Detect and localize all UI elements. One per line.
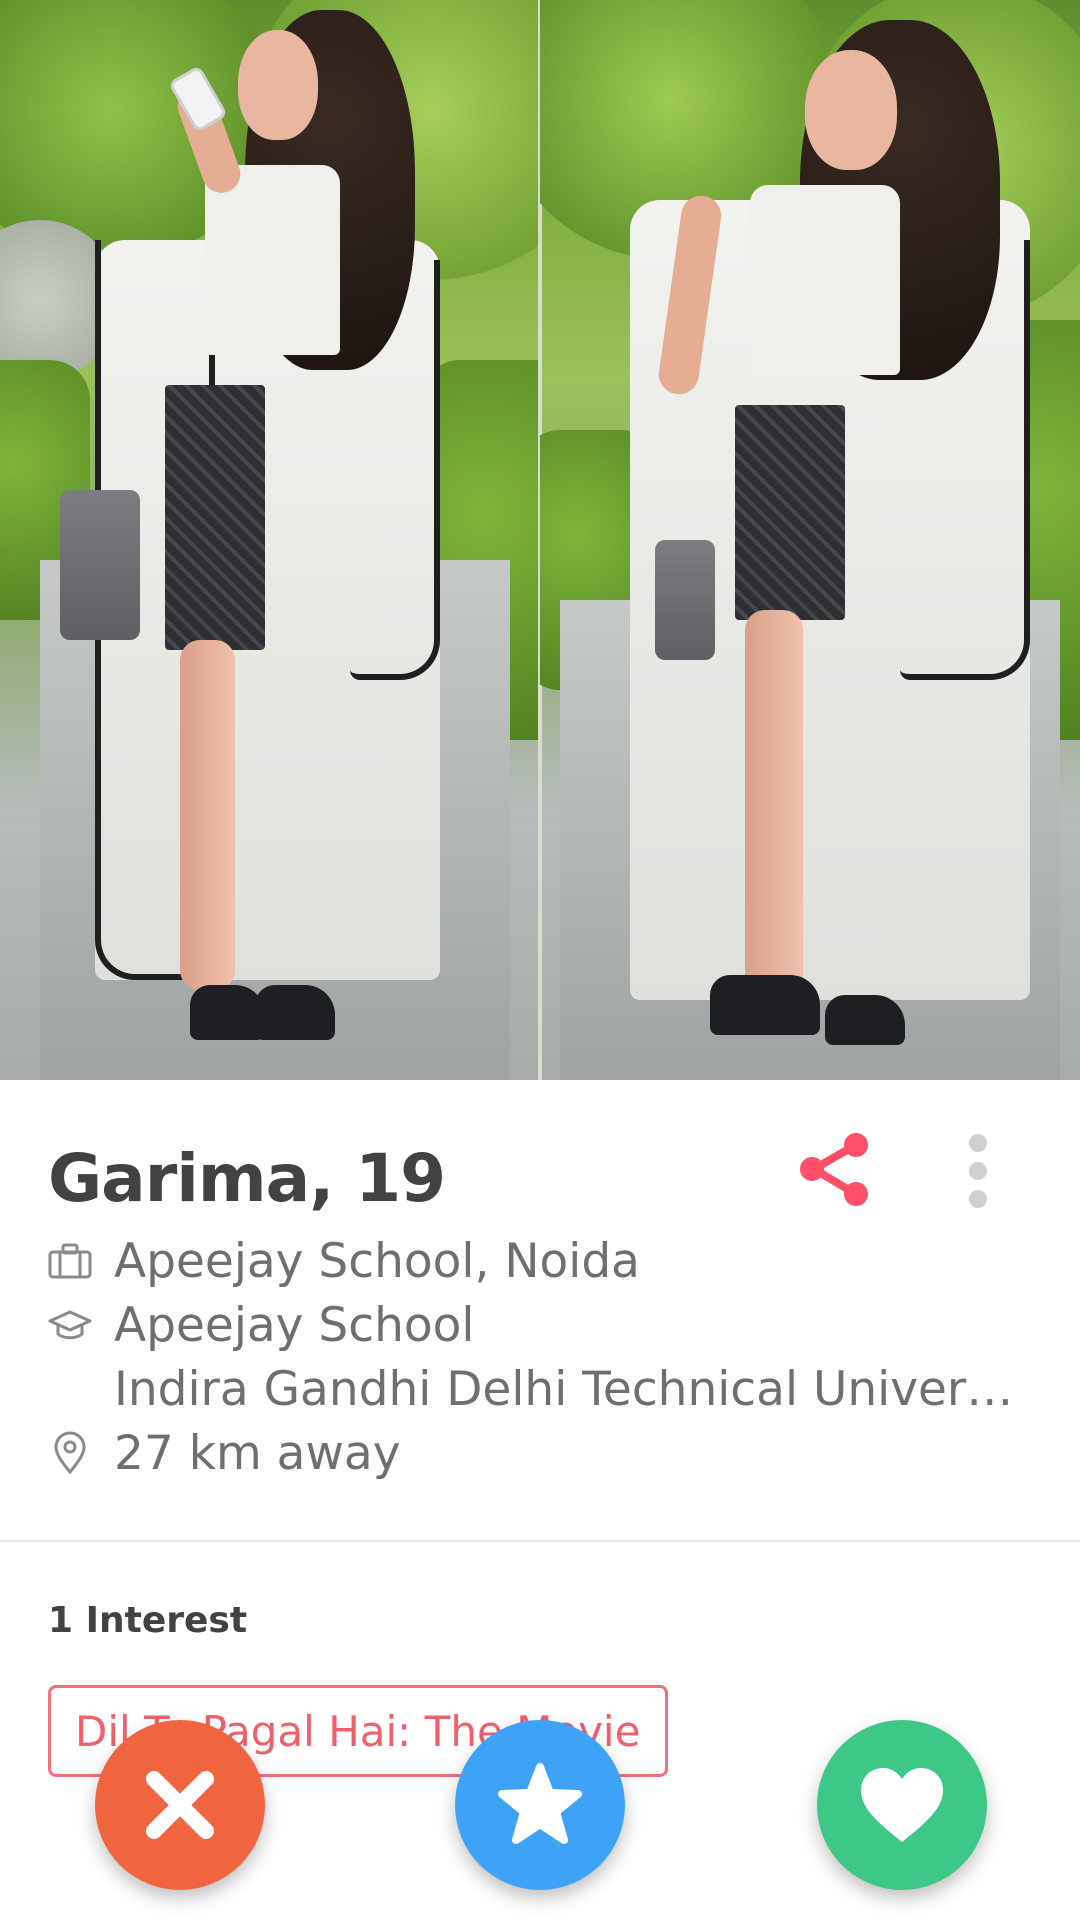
section-divider [0,1540,1080,1542]
job-text: Apeejay School, Noida [114,1233,640,1289]
school-text: Apeejay School [114,1297,475,1353]
profile-photo[interactable] [0,0,1080,1080]
share-button[interactable] [796,1131,876,1211]
super-like-button[interactable] [455,1720,625,1890]
nope-button[interactable] [95,1720,265,1890]
more-options-button[interactable] [960,1131,996,1211]
school-secondary-text: Indira Gandhi Delhi Technical Univers... [114,1362,1034,1417]
briefcase-icon [48,1239,92,1283]
like-button[interactable] [817,1720,987,1890]
share-icon [800,1133,868,1206]
school-row: Apeejay School [48,1296,474,1354]
close-icon [146,1771,214,1839]
interests-title: 1 Interest [48,1600,248,1641]
more-vertical-icon [969,1134,987,1208]
photo-panel-right [540,0,1080,1080]
photo-panel-left [0,0,540,1080]
star-icon [498,1763,582,1844]
heart-icon [861,1768,943,1842]
profile-name-age: Garima, 19 [48,1139,446,1217]
distance-text: 27 km away [114,1425,401,1481]
name-row: Garima, 19 [48,1138,446,1218]
profile-screen: Garima, 19 Apeejay School, Noida Apeejay… [0,0,1080,1920]
job-row: Apeejay School, Noida [48,1232,640,1290]
distance-row: 27 km away [48,1424,401,1482]
graduation-cap-icon [48,1303,92,1347]
profile-info: Garima, 19 Apeejay School, Noida Apeejay… [0,1080,1080,1540]
location-pin-icon [48,1431,92,1475]
